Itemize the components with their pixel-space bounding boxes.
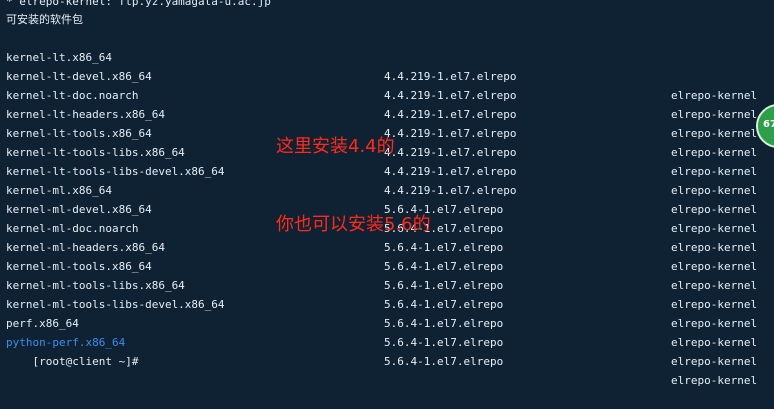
package-row: kernel-lt-devel.x86_64 4.4.219-1.el7.elr… [0,48,774,121]
annotation-line-2: 你也可以安装5.6的 [276,214,431,235]
prompt-text: [root@client ~]# [32,355,139,368]
shell-prompt[interactable]: [root@client ~]# [6,333,139,368]
section-title: 可安装的软件包 [6,13,83,26]
package-version: 5.6.4-1.el7.elrepo [384,355,504,368]
terminal-window[interactable]: * elrepo-kernel: ftp.yz.yamagata-u.ac.jp… [0,0,774,387]
package-repo: elrepo-kernel [671,374,758,387]
badge-label: 67 [763,119,774,130]
package-repo: elrepo-kernel [671,355,758,368]
annotation-line-1: 这里安装4.4的 [276,136,395,157]
package-row: perf.x86_64 5.6.4-1.el7.elrepo elrepo-ke… [0,295,774,368]
package-row: kernel-lt.x86_64 4.4.219-1.el7.elrepo el… [0,29,774,102]
package-version: 5.6.4-1.el7.elrepo [384,336,504,349]
package-row: python-perf.x86_64 5.6.4-1.el7.elrepo el… [0,314,774,387]
package-repo: elrepo-kernel [671,336,758,349]
red-annotation: 这里安装4.4的 你也可以安装5.6的 [276,82,431,290]
